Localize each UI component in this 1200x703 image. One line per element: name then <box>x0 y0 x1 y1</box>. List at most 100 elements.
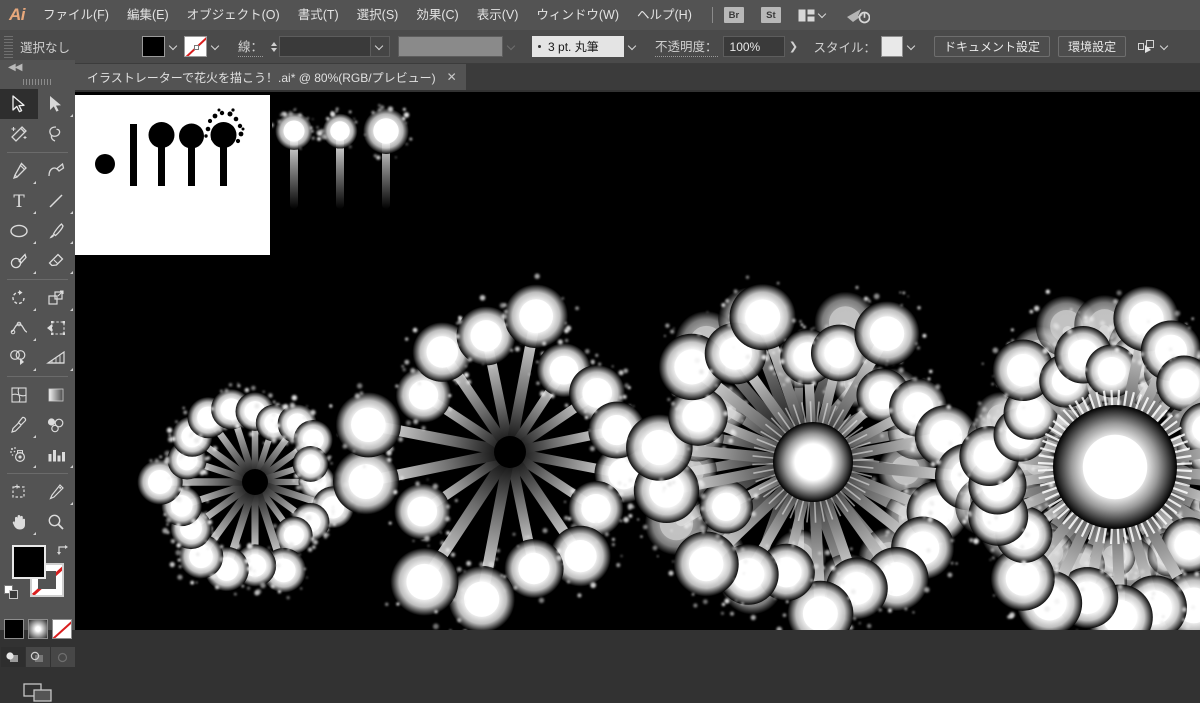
tool-divider-4 <box>7 473 68 474</box>
gradient-tool[interactable] <box>38 380 76 410</box>
selection-status-label: 選択なし <box>20 37 142 56</box>
menu-view[interactable]: 表示(V) <box>468 0 528 30</box>
tool-divider-3 <box>7 376 68 377</box>
style-chevron-down-icon[interactable] <box>903 36 922 57</box>
shape-builder-tool[interactable] <box>0 343 38 373</box>
zoom-tool[interactable] <box>38 507 76 537</box>
document-tab[interactable]: イラストレーターで花火を描こう！.ai* @ 80%(RGB/プレビュー) ✕ <box>75 64 467 90</box>
align-chevron-down-icon[interactable] <box>1161 40 1170 54</box>
bridge-button[interactable]: Br <box>724 7 744 23</box>
ellipse-tool[interactable] <box>0 216 38 246</box>
firework-4[interactable] <box>948 286 1200 630</box>
blend-tool[interactable] <box>38 410 76 440</box>
stroke-weight-chevron-down-icon[interactable] <box>371 36 390 57</box>
document-tab-bar: イラストレーターで花火を描こう！.ai* @ 80%(RGB/プレビュー) ✕ <box>0 64 1200 90</box>
tools-panel-grip[interactable] <box>0 75 75 89</box>
menu-window[interactable]: ウィンドウ(W) <box>527 0 628 30</box>
glow-step-2 <box>316 107 357 209</box>
brush-definition-field[interactable]: 3 pt. 丸筆 <box>532 36 624 57</box>
opacity-input[interactable]: 100% <box>723 36 785 57</box>
pen-tool[interactable] <box>0 156 38 186</box>
stroke-weight-input[interactable] <box>279 36 371 57</box>
line-segment-tool[interactable] <box>38 186 76 216</box>
shaper-tool[interactable] <box>0 246 38 276</box>
gradient-mode-button[interactable] <box>28 619 48 639</box>
arrange-chevron-down-icon[interactable] <box>819 8 828 22</box>
type-tool[interactable]: T <box>0 186 38 216</box>
collapse-panel-icon[interactable]: ◀◀ <box>0 60 75 75</box>
svg-text:T: T <box>13 192 25 210</box>
firework-2[interactable] <box>325 274 661 630</box>
menu-object[interactable]: オブジェクト(O) <box>178 0 289 30</box>
color-mode-button[interactable] <box>4 619 24 639</box>
screen-mode-button[interactable] <box>0 681 75 703</box>
stroke-weight-stepper[interactable] <box>268 36 279 57</box>
slice-tool[interactable] <box>38 477 76 507</box>
preferences-button[interactable]: 環境設定 <box>1058 36 1126 57</box>
opacity-expand-icon[interactable]: ❯ <box>785 36 803 57</box>
stroke-profile-chevron-down-icon[interactable] <box>503 36 522 57</box>
step-line-dot-2 <box>179 124 204 149</box>
control-bar: 選択なし 線： 3 pt. 丸筆 不透明度： 100% ❯ スタイル： ドキュメ… <box>0 30 1200 64</box>
scale-tool[interactable] <box>38 283 76 313</box>
tutorial-reference-image[interactable] <box>75 95 270 255</box>
close-icon[interactable]: ✕ <box>447 71 457 83</box>
column-graph-tool[interactable] <box>38 440 76 470</box>
stock-button[interactable]: St <box>761 7 781 23</box>
direct-selection-tool[interactable] <box>38 89 76 119</box>
fill-chevron-down-icon[interactable] <box>165 36 184 57</box>
firework-1[interactable] <box>137 383 361 600</box>
arrange-documents-icon[interactable] <box>798 9 815 22</box>
tools-panel: ◀◀ T <box>0 60 75 630</box>
brush-definition-label: 3 pt. 丸筆 <box>548 38 599 55</box>
menu-help[interactable]: ヘルプ(H) <box>628 0 701 30</box>
stroke-chevron-down-icon[interactable] <box>207 36 226 57</box>
graphic-style-swatch[interactable] <box>881 36 903 57</box>
symbol-sprayer-tool[interactable] <box>0 440 38 470</box>
paintbrush-tool[interactable] <box>38 216 76 246</box>
lasso-tool[interactable] <box>38 119 76 149</box>
artboard-canvas[interactable] <box>75 92 1200 630</box>
opacity-label: 不透明度： <box>655 36 718 57</box>
default-fill-stroke-icon[interactable] <box>4 585 20 604</box>
curvature-tool[interactable] <box>38 156 76 186</box>
tool-group-selection <box>0 89 75 149</box>
tool-divider-1 <box>7 152 68 153</box>
menu-select[interactable]: 選択(S) <box>348 0 408 30</box>
rotate-tool[interactable] <box>0 283 38 313</box>
fill-color-swatch[interactable] <box>142 36 165 57</box>
free-transform-tool[interactable] <box>38 313 76 343</box>
draw-inside-button[interactable] <box>51 647 75 667</box>
firework-3[interactable] <box>616 276 1012 630</box>
cc-sync-icon[interactable] <box>846 7 870 24</box>
artboard-tool[interactable] <box>0 477 38 507</box>
mesh-tool[interactable] <box>0 380 38 410</box>
stroke-profile-field[interactable] <box>398 36 503 57</box>
hand-tool[interactable] <box>0 507 38 537</box>
eraser-tool[interactable] <box>38 246 76 276</box>
draw-normal-button[interactable] <box>1 647 25 667</box>
menu-effect[interactable]: 効果(C) <box>407 0 467 30</box>
control-bar-grip[interactable] <box>4 36 13 58</box>
selection-tool[interactable] <box>0 89 38 119</box>
stroke-color-swatch[interactable] <box>184 36 207 57</box>
menu-edit[interactable]: 編集(E) <box>118 0 178 30</box>
perspective-grid-tool[interactable] <box>38 343 76 373</box>
menu-bar: Ai ファイル(F) 編集(E) オブジェクト(O) 書式(T) 選択(S) 効… <box>0 0 1200 30</box>
toolbar-fill-swatch[interactable] <box>12 545 46 579</box>
width-tool[interactable] <box>0 313 38 343</box>
document-setup-button[interactable]: ドキュメント設定 <box>934 36 1050 57</box>
tool-divider-2 <box>7 279 68 280</box>
swap-fill-stroke-icon[interactable] <box>56 543 70 560</box>
glow-step-3 <box>363 104 412 209</box>
style-label: スタイル： <box>814 37 877 56</box>
align-to-selection-icon[interactable] <box>1138 39 1156 54</box>
draw-behind-button[interactable] <box>26 647 50 667</box>
none-mode-button[interactable] <box>52 619 72 639</box>
eyedropper-tool[interactable] <box>0 410 38 440</box>
tool-group-fill <box>0 380 75 470</box>
menu-type[interactable]: 書式(T) <box>289 0 348 30</box>
menu-file[interactable]: ファイル(F) <box>34 0 118 30</box>
brush-chevron-down-icon[interactable] <box>624 36 643 57</box>
magic-wand-tool[interactable] <box>0 119 38 149</box>
